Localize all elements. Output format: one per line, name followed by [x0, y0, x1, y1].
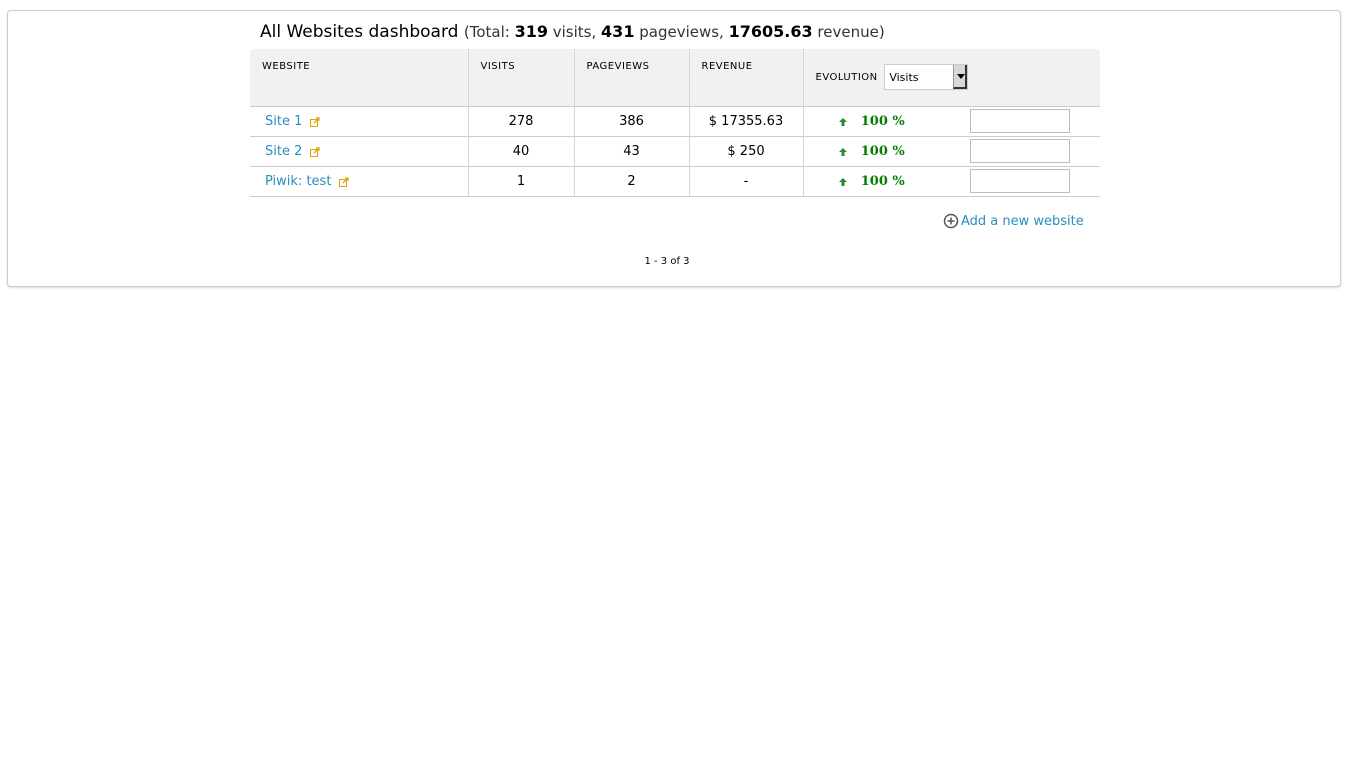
- website-cell: Piwik: test: [250, 166, 468, 197]
- chevron-down-icon[interactable]: [953, 65, 968, 90]
- websites-table: WEBSITE VISITS PAGEVIEWS REVENUE EVOLUTI…: [250, 49, 1100, 197]
- table-header-row: WEBSITE VISITS PAGEVIEWS REVENUE EVOLUTI…: [250, 49, 1100, 107]
- header-visits[interactable]: VISITS: [467, 49, 574, 107]
- website-cell: Site 2: [250, 136, 468, 167]
- table-row: Site 2 40 43 $ 250 100 %: [250, 136, 1100, 167]
- pageviews-cell: 386: [573, 106, 689, 137]
- table-row: Site 1 278 386 $ 17355.63 100 %: [250, 106, 1100, 137]
- total-revenue: 17605.63: [728, 22, 813, 41]
- sparkline-cell: [940, 136, 1100, 167]
- sparkline-cell: [940, 166, 1100, 197]
- sparkline-cell: [940, 106, 1100, 137]
- header-website[interactable]: WEBSITE: [250, 49, 468, 107]
- evolution-value: 100 %: [860, 113, 905, 129]
- pageviews-cell: 43: [573, 136, 689, 167]
- pagination-info: 1 - 3 of 3: [644, 256, 690, 267]
- evolution-value: 100 %: [860, 143, 905, 159]
- evolution-cell: 100 %: [802, 136, 940, 167]
- sparkline: [970, 109, 1070, 133]
- total-pageviews: 431: [601, 22, 635, 41]
- evolution-select-value: Visits: [889, 71, 919, 85]
- page-title: All Websites dashboard (Total: 319 visit…: [260, 22, 885, 42]
- visits-cell: 40: [467, 136, 574, 167]
- plus-circle-icon: [943, 213, 959, 229]
- external-link-icon[interactable]: [339, 176, 350, 187]
- evolution-label[interactable]: EVOLUTION: [816, 72, 878, 83]
- pageviews-cell: 2: [573, 166, 689, 197]
- visits-cell: 1: [467, 166, 574, 197]
- evolution-cell: 100 %: [802, 166, 940, 197]
- sparkline: [970, 169, 1070, 193]
- add-website-button[interactable]: Add a new website: [943, 213, 1084, 229]
- revenue-cell: $ 17355.63: [688, 106, 803, 137]
- visits-cell: 278: [467, 106, 574, 137]
- site-link[interactable]: Site 2: [265, 144, 302, 159]
- table-row: Piwik: test 1 2 - 100 %: [250, 166, 1100, 197]
- evolution-metric-select[interactable]: Visits: [884, 64, 969, 91]
- arrow-up-icon: [838, 117, 847, 126]
- arrow-up-icon: [838, 147, 847, 156]
- add-website-label: Add a new website: [961, 214, 1084, 229]
- header-pageviews[interactable]: PAGEVIEWS: [573, 49, 689, 107]
- revenue-cell: $ 250: [688, 136, 803, 167]
- evolution-value: 100 %: [860, 173, 905, 189]
- totals-summary: (Total: 319 visits, 431 pageviews, 17605…: [463, 22, 885, 41]
- header-revenue[interactable]: REVENUE: [688, 49, 803, 107]
- website-cell: Site 1: [250, 106, 468, 137]
- external-link-icon[interactable]: [310, 146, 321, 157]
- revenue-cell: -: [688, 166, 803, 197]
- header-evolution: EVOLUTION Visits: [802, 49, 1100, 107]
- external-link-icon[interactable]: [310, 116, 321, 127]
- site-link[interactable]: Piwik: test: [265, 174, 331, 189]
- evolution-cell: 100 %: [802, 106, 940, 137]
- total-visits: 319: [514, 22, 548, 41]
- sparkline: [970, 139, 1070, 163]
- arrow-up-icon: [838, 177, 847, 186]
- dashboard-title: All Websites dashboard: [260, 22, 459, 42]
- site-link[interactable]: Site 1: [265, 114, 302, 129]
